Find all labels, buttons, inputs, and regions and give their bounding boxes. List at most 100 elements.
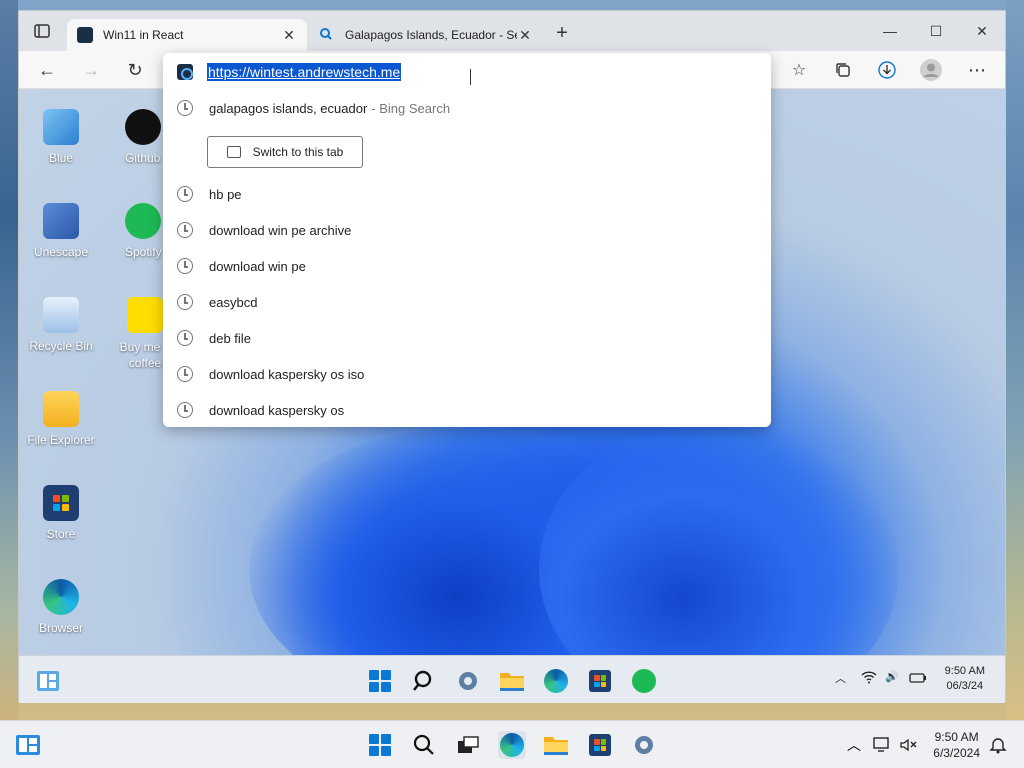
battery-icon[interactable] <box>909 670 927 687</box>
history-text: download kaspersky os <box>209 402 345 418</box>
close-window-icon[interactable]: ✕ <box>959 11 1005 51</box>
host-clock[interactable]: 9:50 AM 6/3/2024 <box>933 729 980 761</box>
spotify-icon[interactable] <box>631 668 657 694</box>
history-item[interactable]: download win pe <box>177 256 306 276</box>
edge-icon <box>43 579 79 615</box>
volume-muted-icon[interactable] <box>894 731 922 759</box>
widgets-icon[interactable] <box>14 731 42 759</box>
history-text: easybcd <box>209 294 258 310</box>
notifications-icon[interactable] <box>984 731 1012 759</box>
file-explorer-icon[interactable] <box>542 731 570 759</box>
history-item[interactable]: download win pe archive <box>177 220 351 240</box>
icon-label: Blue <box>48 151 74 165</box>
profile-avatar-icon[interactable] <box>917 57 945 83</box>
desktop-icon-blue[interactable]: Blue <box>19 109 103 165</box>
chevron-up-icon[interactable]: ︿ <box>835 670 846 686</box>
file-explorer-icon[interactable] <box>499 668 525 694</box>
history-icon <box>177 222 193 238</box>
task-view-icon[interactable] <box>454 731 482 759</box>
clock-time: 9:50 AM <box>934 730 979 744</box>
tab-actions-icon[interactable] <box>29 20 55 42</box>
edge-icon[interactable] <box>543 668 569 694</box>
more-menu-icon[interactable]: ⋯ <box>963 57 991 83</box>
desktop-icon-store[interactable]: Store <box>19 485 103 541</box>
desktop-icon-file-explorer[interactable]: File Explorer <box>19 391 103 447</box>
folder-icon <box>43 391 79 427</box>
desktop-icon-recycle-bin[interactable]: Recycle Bin <box>19 297 103 353</box>
forward-icon[interactable]: → <box>77 57 105 83</box>
address-url-text[interactable]: https://wintest.andrewstech.me <box>207 63 402 81</box>
new-tab-icon[interactable]: + <box>551 23 573 45</box>
history-item[interactable]: download kaspersky os iso <box>177 364 364 384</box>
clock-date: 6/3/2024 <box>933 746 980 760</box>
history-icon <box>177 330 193 346</box>
history-icon <box>177 294 193 310</box>
collections-icon[interactable] <box>829 57 857 83</box>
history-icon <box>177 402 193 418</box>
history-text: hb pe <box>209 186 242 202</box>
github-icon <box>125 109 161 145</box>
history-icon <box>177 258 193 274</box>
store-icon[interactable] <box>586 731 614 759</box>
site-favicon-icon <box>177 64 193 80</box>
tab-win11-in-react[interactable]: Win11 in React ✕ <box>67 19 307 51</box>
back-icon[interactable]: ← <box>33 57 61 83</box>
history-text: download win pe archive <box>209 222 352 238</box>
search-icon <box>319 27 335 43</box>
edge-icon[interactable] <box>498 731 526 759</box>
start-icon[interactable] <box>366 731 394 759</box>
icon-label: Recycle Bin <box>29 339 93 353</box>
store-icon[interactable] <box>587 668 613 694</box>
icon-label: Browser <box>38 621 83 635</box>
settings-icon[interactable] <box>455 668 481 694</box>
chevron-up-icon[interactable]: ︿ <box>840 731 868 759</box>
switch-to-tab-button[interactable]: Switch to this tab <box>207 136 363 168</box>
user-pc-icon <box>43 109 79 145</box>
start-icon[interactable] <box>367 668 393 694</box>
close-tab-icon[interactable]: ✕ <box>517 27 533 43</box>
webapp-clock[interactable]: 9:50 AM 06/3/24 <box>945 664 985 694</box>
history-text: download win pe <box>209 258 306 274</box>
refresh-icon[interactable]: ↻ <box>121 57 149 83</box>
downloads-icon[interactable] <box>873 57 901 83</box>
minimize-icon[interactable]: — <box>867 11 913 51</box>
history-item[interactable]: download kaspersky os <box>177 400 344 420</box>
icon-label: Unescape <box>33 245 89 259</box>
store-icon <box>43 485 79 521</box>
tab-title: Galapagos Islands, Ecuador - Sea <box>345 28 517 42</box>
history-item[interactable]: hb pe <box>177 184 242 204</box>
close-tab-icon[interactable]: ✕ <box>281 27 297 43</box>
settings-icon[interactable] <box>630 731 658 759</box>
site-favicon-icon <box>77 27 93 43</box>
desktop-icon-unescape[interactable]: Unescape <box>19 203 103 259</box>
tab-bar: Win11 in React ✕ Galapagos Islands, Ecua… <box>19 11 1005 51</box>
tab-galapagos[interactable]: Galapagos Islands, Ecuador - Sea ✕ <box>309 19 543 51</box>
history-text: download kaspersky os iso <box>209 366 365 382</box>
volume-icon[interactable]: 🔊 <box>885 670 899 683</box>
address-bar-dropdown: https://wintest.andrewstech.me galapagos… <box>163 53 771 427</box>
webapp-taskbar: ︿ 🔊 9:50 AM 06/3/24 <box>19 655 1005 703</box>
wifi-icon[interactable] <box>861 670 877 687</box>
address-input[interactable]: https://wintest.andrewstech.me <box>177 61 402 83</box>
text-cursor-icon <box>470 69 471 85</box>
clock-date: 06/3/24 <box>946 680 984 692</box>
history-item[interactable]: easybcd <box>177 292 257 312</box>
history-item[interactable]: deb file <box>177 328 251 348</box>
desktop-icon-browser[interactable]: Browser <box>19 579 103 635</box>
icon-label: File Explorer <box>27 433 95 447</box>
search-icon[interactable] <box>411 668 437 694</box>
suggestion-source: - Bing Search <box>371 100 451 116</box>
suggestion-text: galapagos islands, ecuador <box>209 100 368 116</box>
spotify-icon <box>125 203 161 239</box>
history-icon <box>177 100 193 116</box>
favorites-icon[interactable]: ☆ <box>785 57 813 83</box>
suggestion-top[interactable]: galapagos islands, ecuador - Bing Search <box>177 98 450 118</box>
maximize-icon[interactable]: ☐ <box>913 11 959 51</box>
network-icon[interactable] <box>868 731 896 759</box>
widgets-icon[interactable] <box>35 668 61 694</box>
search-icon[interactable] <box>410 731 438 759</box>
recycle-bin-icon <box>43 297 79 333</box>
history-icon <box>177 366 193 382</box>
tab-icon <box>226 146 241 158</box>
history-icon <box>177 186 193 202</box>
